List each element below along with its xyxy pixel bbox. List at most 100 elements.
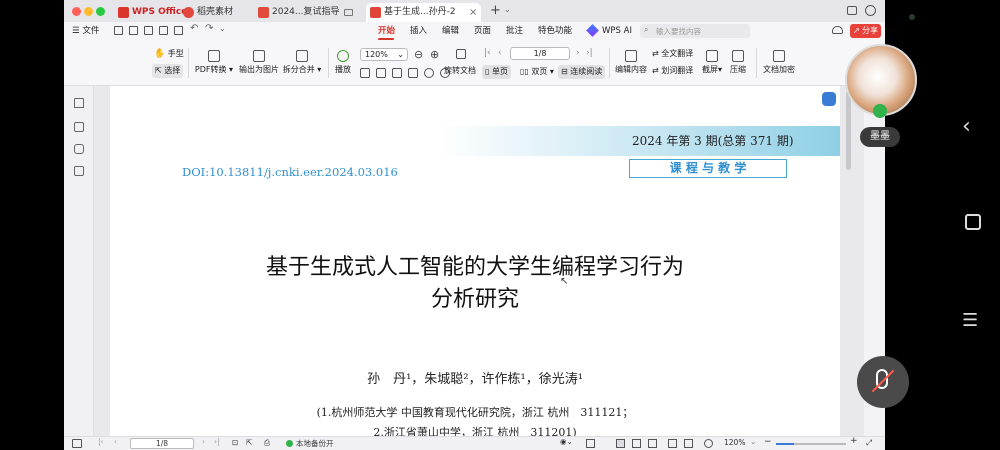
chevron-down-icon[interactable]: ⌄ bbox=[750, 437, 756, 446]
menu-wps-ai[interactable]: WPS AI bbox=[602, 25, 632, 37]
print-icon[interactable]: ⎙ bbox=[264, 438, 270, 448]
menu-edit[interactable]: 编辑 bbox=[442, 25, 459, 37]
zoom-in-icon[interactable]: ⊕ bbox=[430, 48, 439, 61]
tab-retest-guide[interactable]: 2024...复试指导 bbox=[254, 3, 364, 22]
edit-content-button[interactable]: 编辑内容 bbox=[614, 50, 648, 75]
float-tool-icon[interactable] bbox=[822, 92, 836, 106]
layout-icon[interactable] bbox=[847, 6, 857, 15]
close-tab-icon[interactable]: × bbox=[469, 3, 477, 22]
status-zoom-label[interactable]: 120% bbox=[724, 438, 745, 447]
night-mode-icon[interactable] bbox=[704, 439, 713, 448]
export-icon[interactable] bbox=[144, 26, 153, 35]
bookmark-icon[interactable] bbox=[74, 98, 84, 108]
open-folder-icon[interactable] bbox=[114, 26, 123, 35]
first-page-icon[interactable]: |‹ bbox=[484, 48, 491, 58]
cloud-icon[interactable] bbox=[832, 26, 843, 34]
last-page-icon[interactable]: ›| bbox=[214, 437, 220, 446]
fit-page-icon[interactable] bbox=[684, 439, 693, 448]
next-page-icon[interactable]: › bbox=[202, 437, 205, 446]
fullscreen-icon[interactable]: ⤢ bbox=[866, 438, 872, 448]
recent-apps-icon[interactable] bbox=[965, 214, 981, 230]
tab-current-document[interactable]: 基于生成...孙丹-2 × bbox=[366, 3, 481, 22]
menu-start[interactable]: 开始 bbox=[378, 25, 395, 40]
maximize-window-button[interactable] bbox=[96, 7, 105, 16]
new-tab-plus-icon[interactable]: + bbox=[490, 3, 501, 18]
minimize-window-button[interactable] bbox=[84, 7, 93, 16]
prev-page-icon[interactable]: ‹ bbox=[114, 437, 117, 446]
prev-page-icon[interactable]: ‹ bbox=[498, 48, 502, 58]
menu-annotate[interactable]: 批注 bbox=[506, 25, 523, 37]
double-page-icon[interactable] bbox=[632, 439, 641, 448]
tab-docer-materials[interactable]: 稻壳素材 bbox=[179, 3, 249, 22]
full-translate-button[interactable]: ⇄ 全文翻译 bbox=[652, 49, 693, 59]
fit-page-icon[interactable] bbox=[360, 68, 370, 78]
last-page-icon[interactable]: ›| bbox=[586, 48, 593, 58]
back-arrow-icon[interactable]: ‹ bbox=[962, 114, 971, 139]
thumbnail-icon[interactable] bbox=[74, 122, 84, 132]
menu-page[interactable]: 页面 bbox=[474, 25, 491, 37]
vertical-scrollbar[interactable] bbox=[846, 90, 851, 170]
double-page-icon: ▯▯ bbox=[520, 67, 529, 76]
zoom-out-icon[interactable]: − bbox=[764, 437, 772, 447]
status-page-input[interactable]: 1/8 bbox=[130, 438, 194, 449]
rotate-doc-button[interactable]: 旋转文档 bbox=[444, 66, 476, 76]
next-page-icon[interactable]: › bbox=[576, 48, 580, 58]
tab-wps-office[interactable]: WPS Office bbox=[114, 3, 187, 22]
play-button[interactable]: 播放 bbox=[332, 50, 354, 75]
continuous-icon[interactable] bbox=[648, 439, 657, 448]
chevron-down-icon[interactable]: ⌄ bbox=[504, 5, 511, 14]
zoom-in-icon[interactable]: + bbox=[850, 436, 858, 446]
word-translate-button[interactable]: ⇄ 划词翻译 bbox=[652, 66, 693, 76]
fit-width-icon[interactable] bbox=[376, 68, 386, 78]
menu-file[interactable]: ☰ 文件 bbox=[72, 25, 99, 37]
rotate-left-icon[interactable] bbox=[424, 68, 434, 78]
eye-icon[interactable]: ◉⌄ bbox=[560, 437, 573, 446]
export-icon[interactable]: ⇱ bbox=[246, 438, 252, 447]
zoom-select[interactable]: 120% ⌄ bbox=[360, 48, 408, 61]
select-tool-button[interactable]: ⇱ 选择 bbox=[152, 64, 184, 78]
pdf-page: 2024 年第 3 期(总第 371 期) DOI:10.13811/j.cnk… bbox=[110, 86, 840, 436]
comment-icon[interactable] bbox=[74, 144, 84, 154]
column-label: 课 程 与 教 学 bbox=[629, 159, 787, 178]
sidebar-toggle-icon[interactable] bbox=[72, 439, 82, 448]
fit-icon[interactable]: ⊡ bbox=[232, 438, 238, 447]
screenshot-area-icon[interactable] bbox=[408, 68, 418, 78]
save-icon[interactable] bbox=[129, 26, 138, 35]
zoom-out-icon[interactable]: ⊖ bbox=[414, 48, 423, 61]
continuous-read-button[interactable]: ⊟ 连续阅读 bbox=[558, 65, 606, 79]
single-page-button[interactable]: ▯ 单页 bbox=[482, 65, 511, 79]
more-chevron-icon[interactable]: ⌄ bbox=[219, 24, 226, 33]
menu-icon[interactable]: ☰ bbox=[962, 310, 978, 331]
print-icon[interactable] bbox=[159, 26, 168, 35]
attachment-icon[interactable] bbox=[74, 166, 84, 176]
first-page-icon[interactable]: |‹ bbox=[98, 437, 104, 446]
redo-icon[interactable]: ↷ bbox=[205, 23, 213, 34]
rotate-doc-icon[interactable] bbox=[456, 49, 466, 59]
doc-encrypt-button[interactable]: 文档加密 bbox=[762, 50, 796, 75]
search-box[interactable]: ⌕ 输入要找内容 bbox=[640, 24, 750, 38]
preview-icon[interactable] bbox=[174, 26, 183, 35]
play-icon bbox=[337, 50, 349, 62]
view-mode-icon[interactable] bbox=[586, 439, 595, 448]
fit-width-icon[interactable] bbox=[668, 439, 677, 448]
double-page-button[interactable]: ▯▯ 双页 ▾ bbox=[520, 67, 554, 77]
screenshot-button[interactable]: 截屏▾ bbox=[700, 50, 724, 75]
pdf-convert-button[interactable]: PDF转换 ▾ bbox=[194, 50, 234, 75]
hand-tool-button[interactable]: ✋ 手型 bbox=[154, 49, 184, 59]
single-page-icon[interactable] bbox=[616, 439, 625, 448]
doi-link[interactable]: DOI:10.13811/j.cnki.eer.2024.03.016 bbox=[182, 165, 398, 179]
page-number-input[interactable]: 1/8 bbox=[510, 47, 570, 60]
hand-icon: ✋ bbox=[154, 49, 166, 59]
split-merge-button[interactable]: 拆分合并 ▾ bbox=[282, 50, 322, 75]
share-button[interactable]: ↗ 分享 bbox=[850, 24, 881, 38]
account-icon[interactable] bbox=[865, 5, 876, 16]
backup-status-label[interactable]: 本地备份开 bbox=[296, 438, 334, 449]
close-window-button[interactable] bbox=[72, 7, 81, 16]
compress-button[interactable]: 压缩 bbox=[728, 50, 748, 75]
export-image-button[interactable]: 输出为图片 bbox=[238, 50, 280, 75]
undo-icon[interactable]: ↶ bbox=[190, 23, 198, 34]
menu-special-features[interactable]: 特色功能 bbox=[538, 25, 572, 37]
mute-button[interactable] bbox=[857, 356, 909, 408]
actual-size-icon[interactable] bbox=[392, 68, 402, 78]
menu-insert[interactable]: 插入 bbox=[410, 25, 427, 37]
